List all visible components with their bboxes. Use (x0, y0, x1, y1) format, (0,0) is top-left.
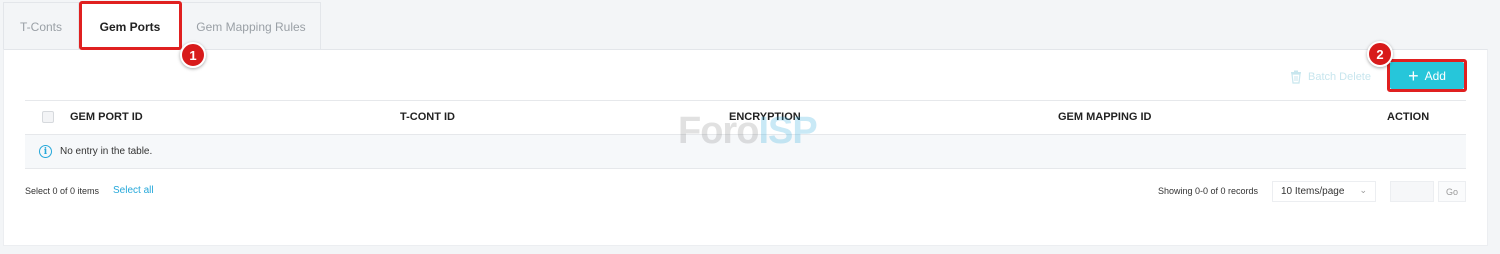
step-badge-1: 1 (180, 42, 206, 68)
highlight-box-gem-ports-tab (79, 1, 182, 50)
page-size-value: 10 Items/page (1281, 186, 1345, 197)
column-header-gem-mapping-id: GEM MAPPING ID (1058, 111, 1152, 123)
page-size-select[interactable]: 10 Items/page ⌄ (1272, 181, 1376, 202)
highlight-box-add-button (1387, 59, 1467, 92)
page-number-input[interactable] (1390, 181, 1434, 202)
select-all-checkbox[interactable] (42, 111, 54, 123)
empty-table-message: No entry in the table. (60, 146, 153, 157)
gem-ports-table: GEM PORT ID T-CONT ID ENCRYPTION GEM MAP… (25, 100, 1466, 169)
selection-count: Select 0 of 0 items (25, 186, 100, 196)
batch-delete-label: Batch Delete (1308, 71, 1371, 83)
info-icon: i (39, 145, 52, 158)
go-button[interactable]: Go (1438, 181, 1466, 202)
column-header-gem-port-id: GEM PORT ID (70, 111, 143, 123)
column-header-action: ACTION (1387, 111, 1430, 123)
table-header: GEM PORT ID T-CONT ID ENCRYPTION GEM MAP… (25, 100, 1466, 135)
select-all-link[interactable]: Select all (113, 185, 154, 196)
records-summary: Showing 0-0 of 0 records (1158, 186, 1259, 196)
empty-table-row: i No entry in the table. (25, 135, 1466, 169)
trash-icon (1291, 70, 1301, 84)
tab-bar: T-Conts Gem Ports Gem Mapping Rules (3, 2, 1500, 50)
column-header-encryption: ENCRYPTION (729, 111, 801, 123)
tab-gem-mapping-rules[interactable]: Gem Mapping Rules (181, 2, 321, 50)
tab-t-conts[interactable]: T-Conts (3, 2, 79, 50)
batch-delete-button[interactable]: Batch Delete (1290, 68, 1371, 86)
chevron-down-icon: ⌄ (1359, 185, 1367, 195)
step-badge-2: 2 (1367, 41, 1393, 67)
column-header-t-cont-id: T-CONT ID (400, 111, 455, 123)
page-frame: T-Conts Gem Ports Gem Mapping Rules Batc… (0, 0, 1500, 254)
